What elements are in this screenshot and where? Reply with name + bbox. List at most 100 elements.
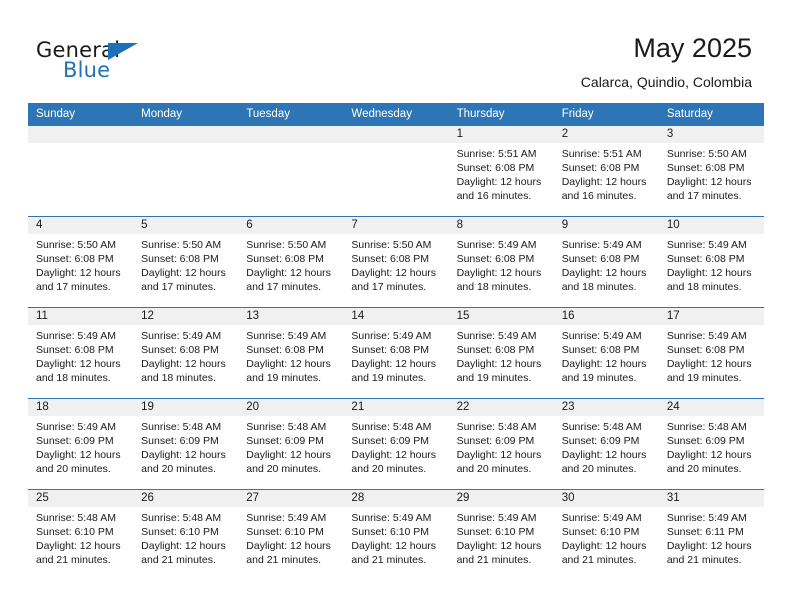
day-details: Sunrise: 5:50 AM Sunset: 6:08 PM Daylight:…: [28, 234, 133, 294]
day-details: Sunrise: 5:49 AM Sunset: 6:10 PM Daylight:…: [238, 507, 343, 567]
daylight-text: Daylight: 12 hours and 18 minutes.: [36, 358, 121, 384]
day-number: 2: [553, 126, 659, 143]
calendar-week-row: 18 Sunrise: 5:49 AM Sunset: 6:09 PM Dayligh…: [28, 398, 764, 490]
day-number: 3: [658, 126, 764, 143]
sunrise-text: Sunrise: 5:48 AM: [351, 421, 432, 433]
calendar-day-cell[interactable]: 31 Sunrise: 5:49 AM Sunset: 6:11 PM Dayligh…: [658, 489, 764, 580]
sunset-text: Sunset: 6:11 PM: [666, 526, 744, 538]
day-number: 5: [133, 217, 239, 234]
sunrise-text: Sunrise: 5:49 AM: [666, 512, 747, 524]
calendar-week-row: 4 Sunrise: 5:50 AM Sunset: 6:08 PM Daylight…: [28, 216, 764, 308]
calendar-day-cell[interactable]: 3 Sunrise: 5:50 AM Sunset: 6:08 PM Daylight…: [658, 125, 764, 217]
calendar-day-cell[interactable]: 10 Sunrise: 5:49 AM Sunset: 6:08 PM Dayligh…: [658, 216, 764, 308]
day-number: [238, 126, 344, 143]
day-number: 13: [238, 308, 344, 325]
sunrise-text: Sunrise: 5:49 AM: [561, 239, 642, 251]
day-details: Sunrise: 5:49 AM Sunset: 6:10 PM Daylight:…: [449, 507, 554, 567]
calendar-day-cell[interactable]: 6 Sunrise: 5:50 AM Sunset: 6:08 PM Daylight…: [238, 216, 344, 308]
calendar-day-cell[interactable]: 18 Sunrise: 5:49 AM Sunset: 6:09 PM Dayligh…: [28, 398, 134, 490]
weekday-header-saturday: Saturday: [658, 103, 764, 126]
calendar-day-cell[interactable]: 9 Sunrise: 5:49 AM Sunset: 6:08 PM Daylight…: [553, 216, 659, 308]
sunset-text: Sunset: 6:08 PM: [456, 344, 535, 356]
day-number: 18: [28, 399, 134, 416]
daylight-text: Daylight: 12 hours and 16 minutes.: [561, 176, 647, 202]
sunset-text: Sunset: 6:10 PM: [246, 526, 324, 538]
calendar-day-cell[interactable]: 25 Sunrise: 5:48 AM Sunset: 6:10 PM Dayligh…: [28, 489, 134, 580]
calendar-day-cell[interactable]: 19 Sunrise: 5:48 AM Sunset: 6:09 PM Dayligh…: [133, 398, 239, 490]
daylight-text: Daylight: 12 hours and 17 minutes.: [246, 267, 331, 293]
weekday-header-friday: Friday: [553, 103, 659, 126]
calendar-body: 1 Sunrise: 5:51 AM Sunset: 6:08 PM Daylight…: [28, 125, 764, 580]
sunset-text: Sunset: 6:08 PM: [666, 344, 745, 356]
calendar-day-cell[interactable]: 30 Sunrise: 5:49 AM Sunset: 6:10 PM Dayligh…: [553, 489, 659, 580]
sunrise-text: Sunrise: 5:48 AM: [666, 421, 747, 433]
calendar-day-cell[interactable]: 1 Sunrise: 5:51 AM Sunset: 6:08 PM Daylight…: [448, 125, 554, 217]
day-details: Sunrise: 5:50 AM Sunset: 6:08 PM Daylight:…: [238, 234, 343, 294]
day-number: 20: [238, 399, 344, 416]
sunrise-text: Sunrise: 5:50 AM: [351, 239, 432, 251]
sunset-text: Sunset: 6:08 PM: [246, 344, 324, 356]
day-number: 15: [448, 308, 554, 325]
day-number: 31: [658, 490, 764, 507]
sunset-text: Sunset: 6:08 PM: [36, 344, 114, 356]
day-number: 28: [343, 490, 449, 507]
sunrise-text: Sunrise: 5:48 AM: [141, 421, 222, 433]
sunset-text: Sunset: 6:08 PM: [561, 344, 640, 356]
day-number: 19: [133, 399, 239, 416]
sunset-text: Sunset: 6:10 PM: [36, 526, 114, 538]
calendar-day-cell[interactable]: 7 Sunrise: 5:50 AM Sunset: 6:08 PM Daylight…: [343, 216, 449, 308]
daylight-text: Daylight: 12 hours and 20 minutes.: [561, 449, 647, 475]
day-details: Sunrise: 5:49 AM Sunset: 6:08 PM Daylight:…: [554, 325, 659, 385]
daylight-text: Daylight: 12 hours and 21 minutes.: [36, 540, 121, 566]
calendar-day-cell[interactable]: 5 Sunrise: 5:50 AM Sunset: 6:08 PM Daylight…: [133, 216, 239, 308]
brand-flag-icon: [108, 43, 138, 60]
day-details: Sunrise: 5:48 AM Sunset: 6:09 PM Daylight:…: [133, 416, 238, 476]
calendar-day-cell[interactable]: 26 Sunrise: 5:48 AM Sunset: 6:10 PM Dayligh…: [133, 489, 239, 580]
sunset-text: Sunset: 6:09 PM: [456, 435, 535, 447]
day-number: 21: [343, 399, 449, 416]
calendar-day-cell[interactable]: 27 Sunrise: 5:49 AM Sunset: 6:10 PM Dayligh…: [238, 489, 344, 580]
day-number: [133, 126, 239, 143]
daylight-text: Daylight: 12 hours and 18 minutes.: [141, 358, 226, 384]
sunset-text: Sunset: 6:08 PM: [456, 253, 535, 265]
calendar-day-cell[interactable]: 21 Sunrise: 5:48 AM Sunset: 6:09 PM Dayligh…: [343, 398, 449, 490]
sunrise-text: Sunrise: 5:49 AM: [561, 330, 642, 342]
day-details: Sunrise: 5:50 AM Sunset: 6:08 PM Daylight:…: [343, 234, 448, 294]
calendar-day-cell[interactable]: 4 Sunrise: 5:50 AM Sunset: 6:08 PM Daylight…: [28, 216, 134, 308]
sunset-text: Sunset: 6:08 PM: [666, 162, 745, 174]
calendar-day-cell[interactable]: 22 Sunrise: 5:48 AM Sunset: 6:09 PM Dayligh…: [448, 398, 554, 490]
day-details: Sunrise: 5:48 AM Sunset: 6:10 PM Daylight:…: [133, 507, 238, 567]
daylight-text: Daylight: 12 hours and 20 minutes.: [246, 449, 331, 475]
calendar-day-cell[interactable]: 14 Sunrise: 5:49 AM Sunset: 6:08 PM Dayligh…: [343, 307, 449, 399]
day-number: 29: [448, 490, 554, 507]
day-details: Sunrise: 5:50 AM Sunset: 6:08 PM Daylight:…: [659, 143, 764, 203]
calendar-day-cell[interactable]: 20 Sunrise: 5:48 AM Sunset: 6:09 PM Dayligh…: [238, 398, 344, 490]
calendar-day-cell[interactable]: 16 Sunrise: 5:49 AM Sunset: 6:08 PM Dayligh…: [553, 307, 659, 399]
calendar-day-cell[interactable]: 12 Sunrise: 5:49 AM Sunset: 6:08 PM Dayligh…: [133, 307, 239, 399]
calendar-header-row: Sunday Monday Tuesday Wednesday Thursday…: [28, 103, 764, 126]
calendar-day-cell[interactable]: 17 Sunrise: 5:49 AM Sunset: 6:08 PM Dayligh…: [658, 307, 764, 399]
calendar-day-cell[interactable]: 23 Sunrise: 5:48 AM Sunset: 6:09 PM Dayligh…: [553, 398, 659, 490]
calendar-day-cell[interactable]: 13 Sunrise: 5:49 AM Sunset: 6:08 PM Dayligh…: [238, 307, 344, 399]
day-number: 10: [658, 217, 764, 234]
day-number: 8: [448, 217, 554, 234]
sunrise-text: Sunrise: 5:48 AM: [36, 512, 116, 524]
calendar-day-cell[interactable]: 15 Sunrise: 5:49 AM Sunset: 6:08 PM Dayligh…: [448, 307, 554, 399]
brand-logo[interactable]: General Blue: [36, 38, 236, 88]
sunset-text: Sunset: 6:10 PM: [456, 526, 535, 538]
daylight-text: Daylight: 12 hours and 19 minutes.: [456, 358, 542, 384]
sunrise-text: Sunrise: 5:49 AM: [666, 330, 747, 342]
day-details: Sunrise: 5:48 AM Sunset: 6:09 PM Daylight:…: [343, 416, 448, 476]
calendar-day-cell[interactable]: 11 Sunrise: 5:49 AM Sunset: 6:08 PM Dayligh…: [28, 307, 134, 399]
sunset-text: Sunset: 6:09 PM: [141, 435, 219, 447]
calendar-day-cell[interactable]: 2 Sunrise: 5:51 AM Sunset: 6:08 PM Daylight…: [553, 125, 659, 217]
day-details: Sunrise: 5:48 AM Sunset: 6:09 PM Daylight:…: [238, 416, 343, 476]
calendar-day-cell[interactable]: 8 Sunrise: 5:49 AM Sunset: 6:08 PM Daylight…: [448, 216, 554, 308]
weekday-header-thursday: Thursday: [448, 103, 554, 126]
calendar-day-cell[interactable]: 29 Sunrise: 5:49 AM Sunset: 6:10 PM Dayligh…: [448, 489, 554, 580]
sunset-text: Sunset: 6:09 PM: [351, 435, 430, 447]
calendar-day-cell[interactable]: 28 Sunrise: 5:49 AM Sunset: 6:10 PM Dayligh…: [343, 489, 449, 580]
day-details: Sunrise: 5:48 AM Sunset: 6:09 PM Daylight:…: [659, 416, 764, 476]
page-header: General Blue May 2025 Calarca, Quindio, …: [0, 0, 792, 103]
calendar-day-cell[interactable]: 24 Sunrise: 5:48 AM Sunset: 6:09 PM Dayligh…: [658, 398, 764, 490]
